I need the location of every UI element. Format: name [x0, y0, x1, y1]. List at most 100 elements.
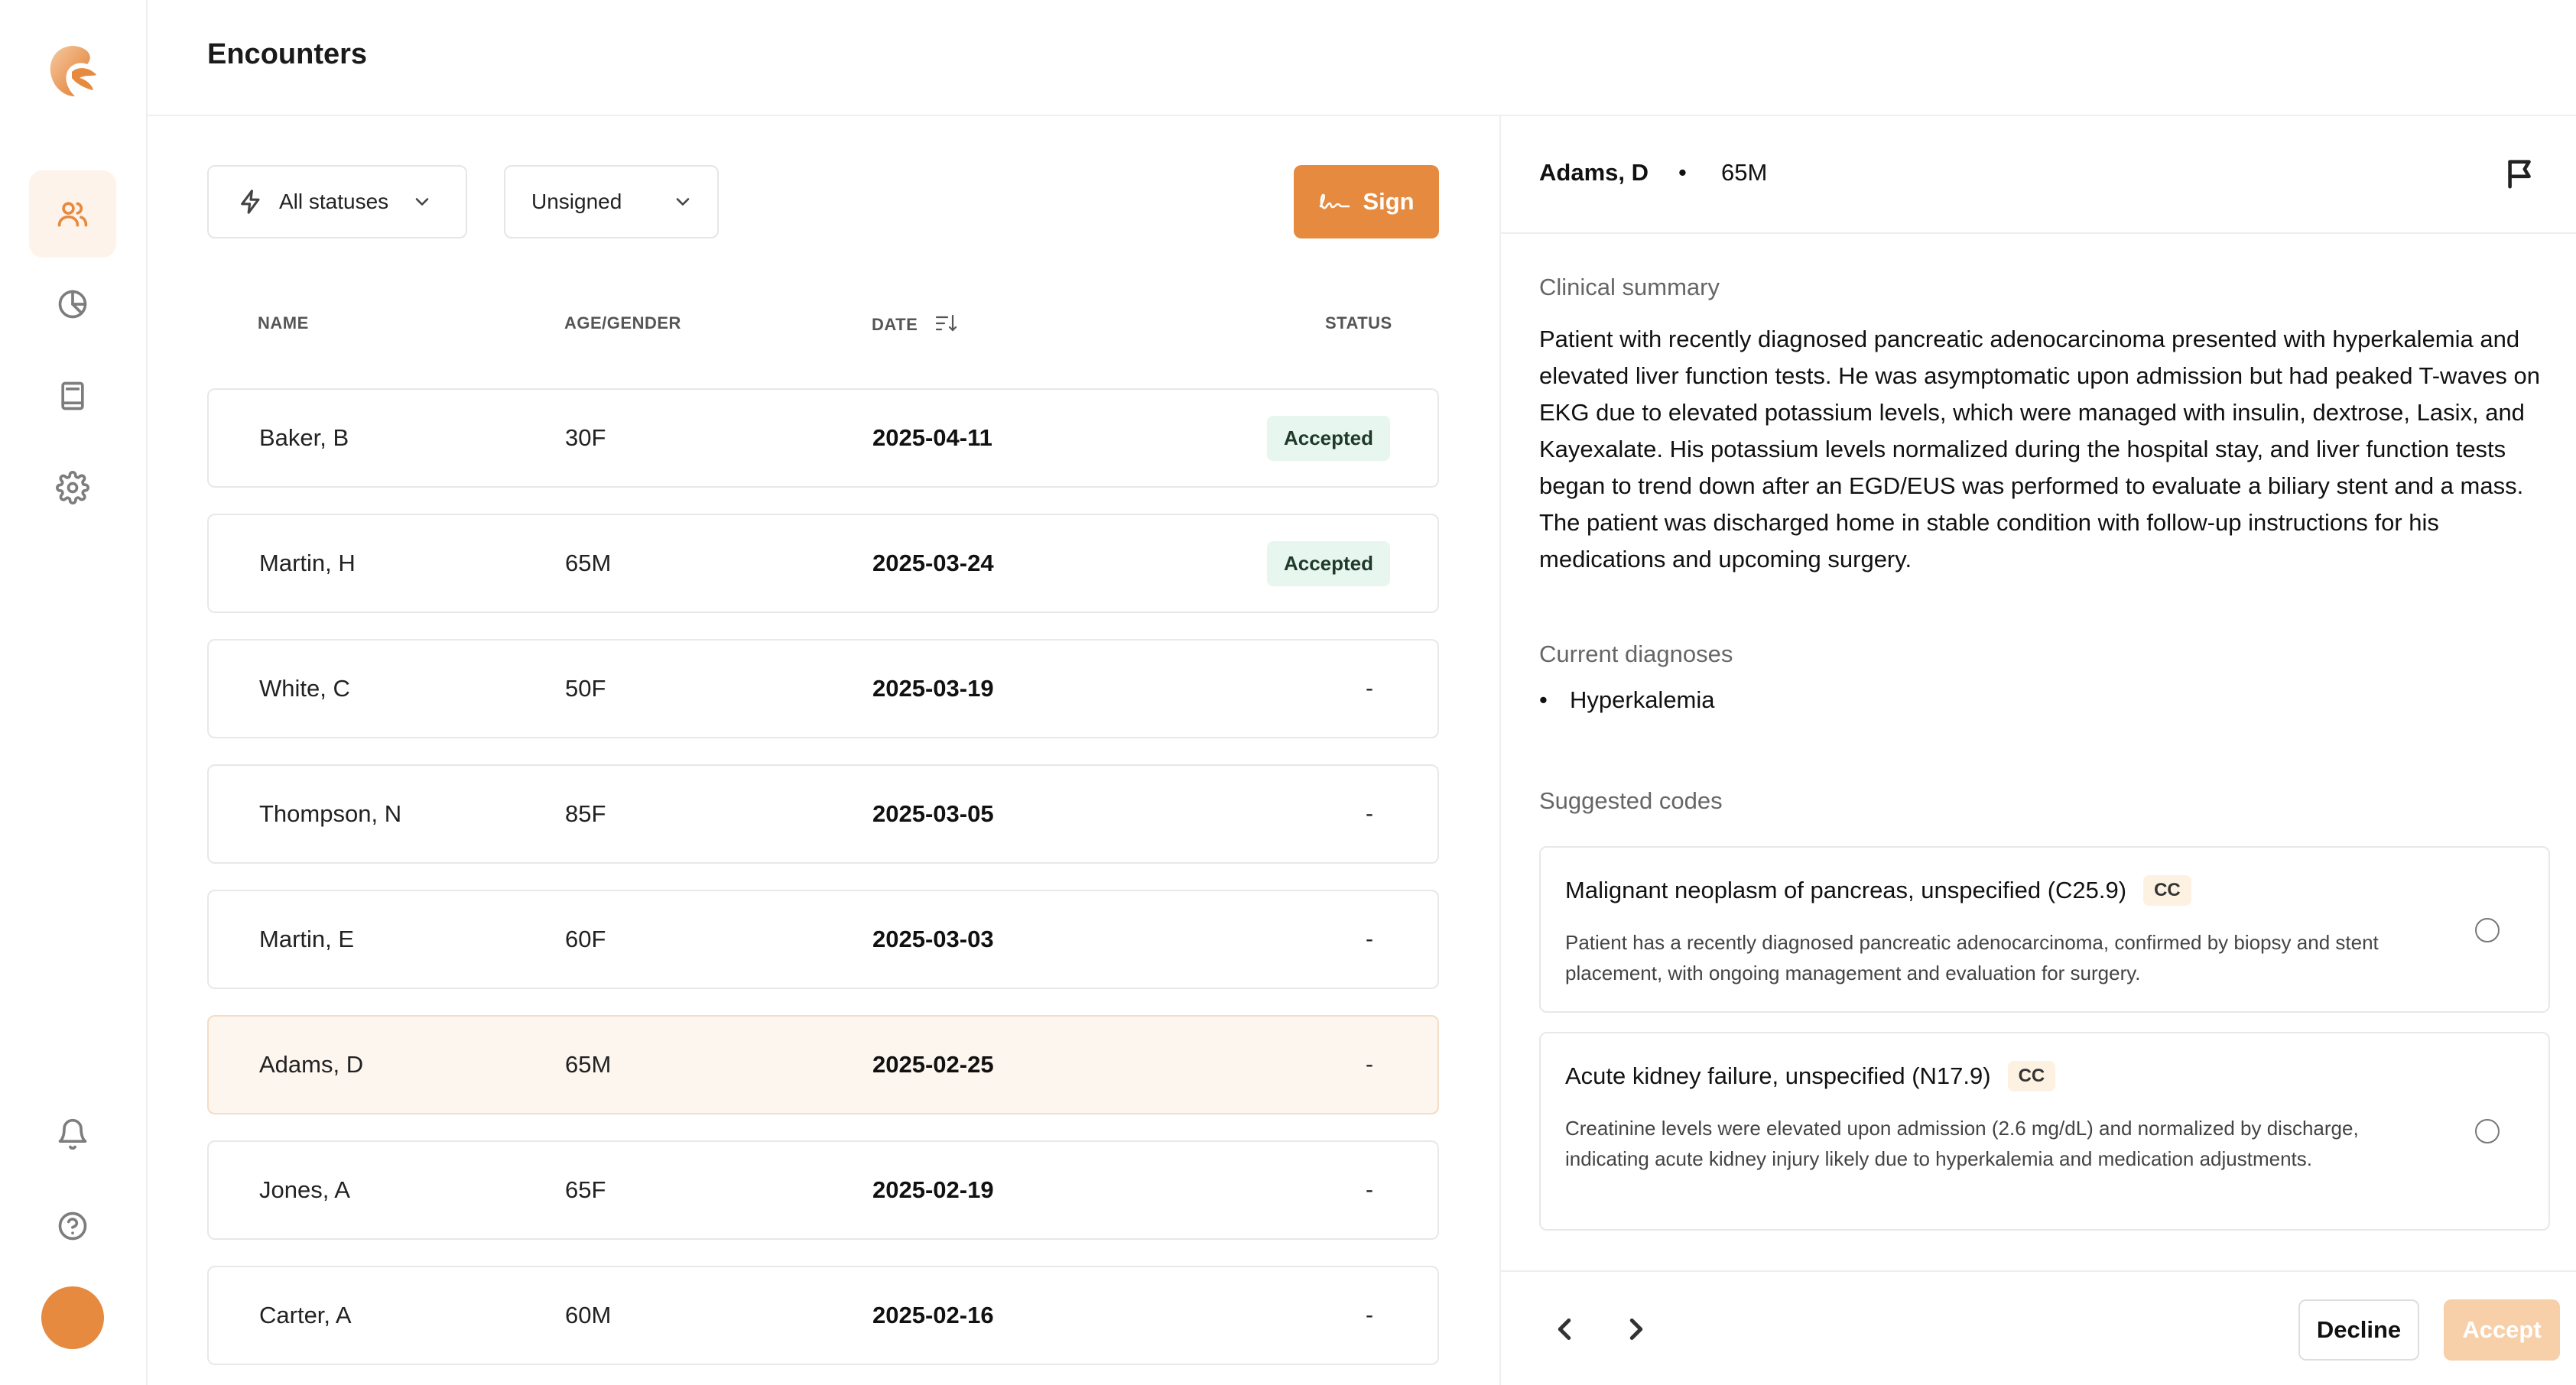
row-status: Accepted — [1266, 515, 1390, 611]
encounters-list-panel: All statuses Unsigned Sign NAME AGE/GEND… — [148, 116, 1499, 1385]
row-name: White, C — [259, 675, 350, 702]
page-title: Encounters — [207, 38, 368, 70]
current-diagnoses-label: Current diagnoses — [1539, 641, 1733, 667]
row-date: 2025-03-05 — [872, 800, 994, 827]
table-row[interactable]: Baker, B 30F 2025-04-11 Accepted — [207, 388, 1439, 488]
suggested-codes-label: Suggested codes — [1539, 787, 1723, 814]
detail-footer: Decline Accept — [1501, 1270, 2576, 1385]
clinical-summary-text: Patient with recently diagnosed pancreat… — [1539, 326, 2541, 572]
row-age-gender: 60M — [565, 1302, 612, 1328]
code-description: Patient has a recently diagnosed pancrea… — [1565, 931, 2379, 984]
code-title-text: Acute kidney failure, unspecified (N17.9… — [1565, 1062, 1991, 1089]
column-header-date[interactable]: DATE — [872, 313, 958, 338]
table-row[interactable]: Jones, A 65F 2025-02-19 - — [207, 1140, 1439, 1240]
chevron-left-icon — [1558, 1319, 1571, 1340]
book-icon — [61, 381, 84, 410]
lightning-icon — [241, 190, 260, 214]
help-icon — [58, 1211, 87, 1241]
table-row[interactable]: White, C 50F 2025-03-19 - — [207, 639, 1439, 738]
status-empty: - — [1366, 1302, 1373, 1328]
patient-age-gender: 65M — [1721, 159, 1768, 186]
chevron-down-icon — [415, 198, 429, 206]
page-header: Encounters — [148, 0, 2576, 116]
patient-name: Adams, D — [1539, 159, 1649, 186]
row-name: Jones, A — [259, 1176, 350, 1203]
status-empty: - — [1366, 926, 1373, 952]
status-empty: - — [1366, 1177, 1373, 1202]
cc-badge: CC — [2007, 1061, 2056, 1091]
row-date: 2025-02-25 — [872, 1051, 994, 1078]
accept-button[interactable]: Accept — [2444, 1299, 2560, 1361]
sign-button-label: Sign — [1363, 188, 1415, 215]
code-card[interactable]: Malignant neoplasm of pancreas, unspecif… — [1539, 846, 2550, 1013]
decline-button[interactable]: Decline — [2298, 1299, 2419, 1361]
row-age-gender: 60F — [565, 926, 606, 952]
code-title: Malignant neoplasm of pancreas, unspecif… — [1565, 875, 2191, 906]
patient-header: Adams, D • 65M — [1501, 116, 2576, 234]
row-name: Carter, A — [259, 1302, 352, 1328]
nav-settings[interactable] — [29, 444, 116, 531]
status-filter-dropdown[interactable]: All statuses — [207, 165, 467, 238]
code-title: Acute kidney failure, unspecified (N17.9… — [1565, 1061, 2056, 1091]
chevron-down-icon — [677, 198, 690, 206]
code-select-radio[interactable] — [2475, 918, 2500, 942]
row-status: Accepted — [1266, 390, 1390, 486]
row-date: 2025-03-19 — [872, 675, 994, 702]
row-name: Thompson, N — [259, 800, 402, 827]
table-row[interactable]: Martin, E 60F 2025-03-03 - — [207, 890, 1439, 989]
diagnosis-text: Hyperkalemia — [1570, 686, 1715, 713]
row-age-gender: 30F — [565, 424, 606, 451]
status-empty: - — [1366, 1052, 1373, 1077]
flag-button[interactable] — [2503, 156, 2538, 191]
column-header-age[interactable]: AGE/GENDER — [564, 313, 681, 333]
nav-library[interactable] — [29, 352, 116, 440]
row-name: Baker, B — [259, 424, 349, 451]
row-status: - — [1366, 1017, 1390, 1113]
status-badge: Accepted — [1266, 540, 1390, 586]
nav-notifications[interactable] — [29, 1091, 116, 1178]
nav-help[interactable] — [29, 1182, 116, 1270]
column-header-name[interactable]: NAME — [258, 313, 309, 333]
sidebar — [0, 0, 148, 1385]
sort-icon[interactable] — [935, 313, 958, 338]
app-logo[interactable] — [44, 41, 104, 101]
status-filter-value: All statuses — [279, 190, 389, 213]
code-card[interactable]: Acute kidney failure, unspecified (N17.9… — [1539, 1032, 2550, 1231]
flag-icon — [2508, 160, 2531, 189]
users-icon — [57, 202, 88, 227]
table-row[interactable]: Carter, A 60M 2025-02-16 - — [207, 1266, 1439, 1365]
row-name: Martin, H — [259, 550, 356, 576]
sign-button[interactable]: Sign — [1294, 165, 1439, 238]
table-row[interactable]: Thompson, N 85F 2025-03-05 - — [207, 764, 1439, 864]
table-row[interactable]: Martin, H 65M 2025-03-24 Accepted — [207, 514, 1439, 613]
row-date: 2025-03-03 — [872, 926, 994, 952]
row-status: - — [1366, 641, 1390, 737]
row-age-gender: 65M — [565, 550, 612, 576]
row-date: 2025-04-11 — [872, 424, 992, 451]
signature-icon — [1320, 193, 1350, 209]
row-status: - — [1366, 1267, 1390, 1364]
next-button[interactable] — [1619, 1312, 1654, 1347]
code-select-radio[interactable] — [2475, 1119, 2500, 1143]
previous-button[interactable] — [1547, 1312, 1582, 1347]
table-row-selected[interactable]: Adams, D 65M 2025-02-25 - — [207, 1015, 1439, 1114]
column-header-date-label: DATE — [872, 314, 918, 334]
row-age-gender: 65F — [565, 1176, 606, 1203]
encounter-detail-panel: Adams, D • 65M Clinical summary Patient … — [1499, 116, 2576, 1385]
row-age-gender: 65M — [565, 1051, 612, 1078]
clinical-summary-label: Clinical summary — [1539, 274, 1720, 300]
code-description: Creatinine levels were elevated upon adm… — [1565, 1117, 2359, 1170]
pie-chart-icon — [58, 290, 87, 319]
row-status: - — [1366, 766, 1390, 862]
row-name: Martin, E — [259, 926, 355, 952]
row-date: 2025-03-24 — [872, 550, 994, 576]
nav-patients[interactable] — [29, 170, 116, 258]
status-empty: - — [1366, 676, 1373, 701]
row-status: - — [1366, 891, 1390, 988]
bullet: • — [1539, 686, 1548, 713]
signed-filter-dropdown[interactable]: Unsigned — [504, 165, 719, 238]
user-avatar[interactable] — [41, 1286, 104, 1349]
row-date: 2025-02-16 — [872, 1302, 994, 1328]
nav-analytics[interactable] — [29, 261, 116, 348]
column-header-status[interactable]: STATUS — [1325, 313, 1392, 333]
